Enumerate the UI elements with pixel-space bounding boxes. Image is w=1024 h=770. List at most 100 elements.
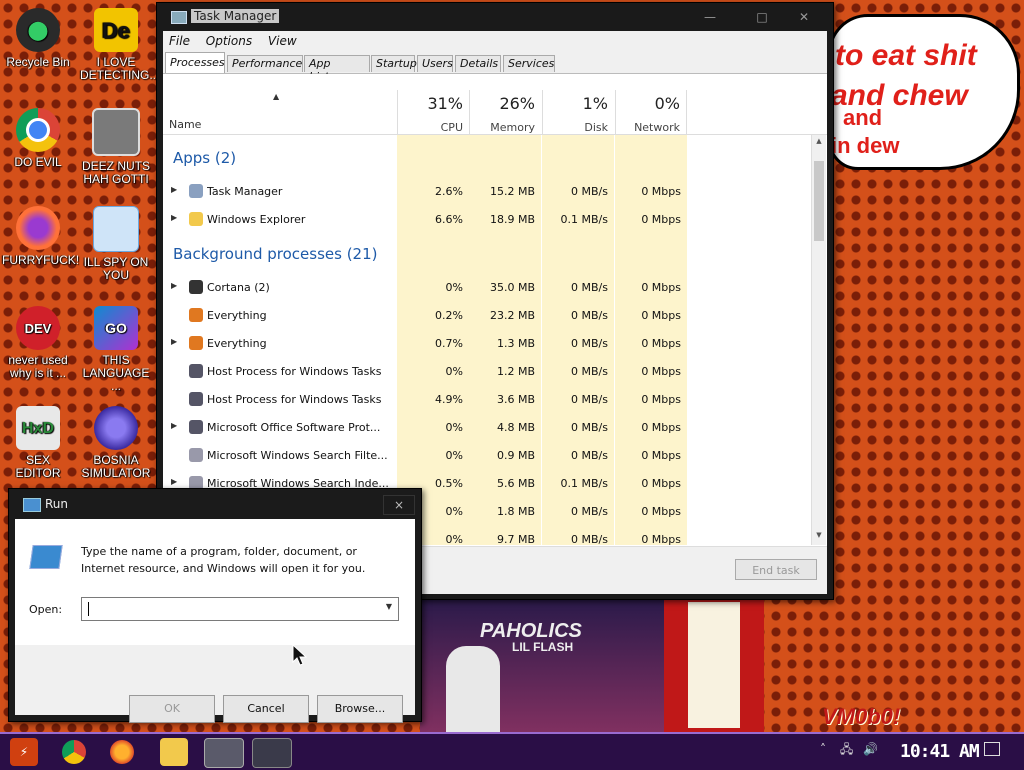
desktop-icon-hxd[interactable]: HxD SEX EDITOR (2, 406, 74, 480)
cancel-button[interactable]: Cancel (223, 695, 309, 723)
desktop-icon-spy[interactable]: ILL SPY ON YOU (80, 206, 152, 282)
tab-performance[interactable]: Performance (227, 55, 303, 72)
tab-startup[interactable]: Startup (371, 55, 417, 72)
column-cpu[interactable]: 31% CPU (397, 90, 469, 134)
chrome-taskbar-icon[interactable] (62, 740, 86, 764)
meme-line-1: to eat shit (835, 39, 977, 72)
clock[interactable]: 10:41 AM (900, 741, 980, 762)
network-total: 0% (654, 94, 680, 113)
menu-file[interactable]: File (163, 31, 196, 51)
run-taskbar-icon[interactable] (252, 738, 292, 768)
column-header: ▲ Name 31% CPU 26% Memory 1% Disk 0% Net… (163, 74, 827, 135)
expand-chevron-icon[interactable]: ▶ (171, 477, 177, 486)
table-row[interactable]: Everything 0.2% 23.2 MB 0 MB/s 0 Mbps (163, 301, 811, 329)
search-process-icon (189, 448, 203, 462)
process-net: 0 Mbps (641, 185, 681, 198)
expand-chevron-icon[interactable]: ▶ (171, 185, 177, 194)
desktop-icon-label: Recycle Bin (6, 55, 70, 69)
table-row[interactable]: ▶ Cortana (2) 0% 35.0 MB 0 MB/s 0 Mbps (163, 273, 811, 301)
process-disk: 0 MB/s (571, 393, 608, 406)
scroll-thumb[interactable] (814, 161, 824, 241)
tab-processes[interactable]: Processes (165, 52, 225, 73)
column-memory[interactable]: 26% Memory (469, 90, 541, 134)
system-tray: ˄ 🖧 🔊 (820, 740, 878, 761)
desktop-icon-recycle-bin[interactable]: ⬤ Recycle Bin (2, 8, 74, 69)
group-apps[interactable]: Apps (2) (173, 149, 236, 167)
meme-speech-bubble: to eat shit and chew and in dew (828, 14, 1020, 170)
process-mem: 4.8 MB (496, 421, 535, 434)
column-name[interactable]: Name (169, 118, 201, 131)
tab-app-history[interactable]: App history (304, 55, 370, 83)
album-artist: LIL FLASH (512, 640, 574, 654)
expand-chevron-icon[interactable]: ▶ (171, 421, 177, 430)
chevron-up-icon[interactable]: ˄ (820, 742, 826, 756)
column-network[interactable]: 0% Network (615, 90, 687, 134)
meme-line-3: and (843, 105, 883, 130)
table-row[interactable]: ▶ Everything 0.7% 1.3 MB 0 MB/s 0 Mbps (163, 329, 811, 357)
host-process-icon (189, 420, 203, 434)
process-disk: 0.1 MB/s (560, 213, 608, 226)
magnifier-icon (189, 308, 203, 322)
process-cpu: 0% (445, 281, 463, 294)
dropdown-arrow-icon[interactable]: ▼ (386, 602, 392, 611)
file-explorer-taskbar-icon[interactable] (160, 738, 188, 766)
table-row[interactable]: Host Process for Windows Tasks 0% 1.2 MB 0 … (163, 357, 811, 385)
expand-chevron-icon[interactable]: ▶ (171, 213, 177, 222)
desktop-icon-goland[interactable]: GO THIS LANGUAGE ... (80, 306, 152, 393)
desktop-icon-label: BOSNIA SIMULATOR (81, 453, 151, 480)
desktop-icon-chrome[interactable]: DO EVIL (2, 108, 74, 169)
vertical-scrollbar[interactable]: ▲ ▼ (811, 135, 826, 545)
desktop-icon-deez[interactable]: DEEZ NUTS HAH GOTTI (80, 108, 152, 186)
goland-icon: GO (94, 306, 138, 350)
table-row[interactable]: Host Process for Windows Tasks 4.9% 3.6 MB… (163, 385, 811, 413)
desktop-icon-firefox[interactable]: FURRYFUCK! (2, 206, 79, 267)
menu-options[interactable]: Options (200, 31, 258, 51)
network-icon[interactable]: 🖧 (840, 742, 853, 756)
process-net: 0 Mbps (641, 213, 681, 226)
tab-details[interactable]: Details (455, 55, 501, 72)
desktop-icon-devcpp[interactable]: DEV never used why is it ... (2, 306, 74, 380)
scroll-up-icon[interactable]: ▲ (812, 137, 826, 149)
desktop-icon-label: THIS LANGUAGE ... (82, 353, 150, 393)
tab-users[interactable]: Users (417, 55, 453, 72)
background-paper (688, 602, 740, 728)
process-list: Apps (2) Background processes (21) ▶ Task… (163, 135, 811, 545)
cortana-icon (189, 280, 203, 294)
notification-icon[interactable] (984, 742, 1000, 756)
menu-view[interactable]: View (262, 31, 303, 51)
tab-services[interactable]: Services (503, 55, 555, 72)
process-mem: 35.0 MB (489, 281, 535, 294)
minimize-button[interactable]: — (695, 7, 725, 27)
desktop-icon-detect[interactable]: De I LOVE DETECTING... (80, 8, 159, 82)
dev-cpp-icon: DEV (16, 306, 60, 350)
expand-chevron-icon[interactable]: ▶ (171, 281, 177, 290)
open-input[interactable]: ▼ (81, 597, 399, 621)
task-manager-titlebar[interactable]: Task Manager — □ ✕ (157, 3, 833, 31)
table-row[interactable]: ▶ Windows Explorer 6.6% 18.9 MB 0.1 MB/s 0 Mb… (163, 205, 811, 233)
close-button[interactable]: ✕ (789, 7, 819, 27)
windows-stack-icon (92, 108, 140, 156)
ok-button[interactable]: OK (129, 695, 215, 723)
firefox-taskbar-icon[interactable] (110, 740, 134, 764)
maximize-button[interactable]: □ (747, 7, 777, 27)
run-title: Run (45, 497, 69, 511)
scroll-down-icon[interactable]: ▼ (812, 531, 826, 543)
sort-arrow-icon[interactable]: ▲ (273, 92, 279, 101)
browse-button[interactable]: Browse... (317, 695, 403, 723)
table-row[interactable]: ▶ Task Manager 2.6% 15.2 MB 0 MB/s 0 Mbps (163, 177, 811, 205)
run-footer: OK Cancel Browse... (15, 645, 415, 723)
table-row[interactable]: Microsoft Windows Search Filte... 0% 0.9 M… (163, 441, 811, 469)
expand-chevron-icon[interactable]: ▶ (171, 337, 177, 346)
process-net: 0 Mbps (641, 421, 681, 434)
close-button[interactable]: × (383, 495, 415, 515)
desktop-icon-bosnia[interactable]: BOSNIA SIMULATOR (80, 406, 152, 480)
process-name: Windows Explorer (207, 213, 306, 226)
end-task-button[interactable]: End task (735, 559, 817, 580)
group-background[interactable]: Background processes (21) (173, 245, 378, 263)
column-disk[interactable]: 1% Disk (542, 90, 614, 134)
start-button[interactable]: ⚡ (10, 738, 38, 766)
desktop-icon-label: FURRYFUCK! (2, 253, 80, 267)
task-manager-taskbar-icon[interactable] (204, 738, 244, 768)
volume-icon[interactable]: 🔊 (863, 742, 878, 756)
table-row[interactable]: ▶ Microsoft Office Software Prot... 0% 4.8 … (163, 413, 811, 441)
